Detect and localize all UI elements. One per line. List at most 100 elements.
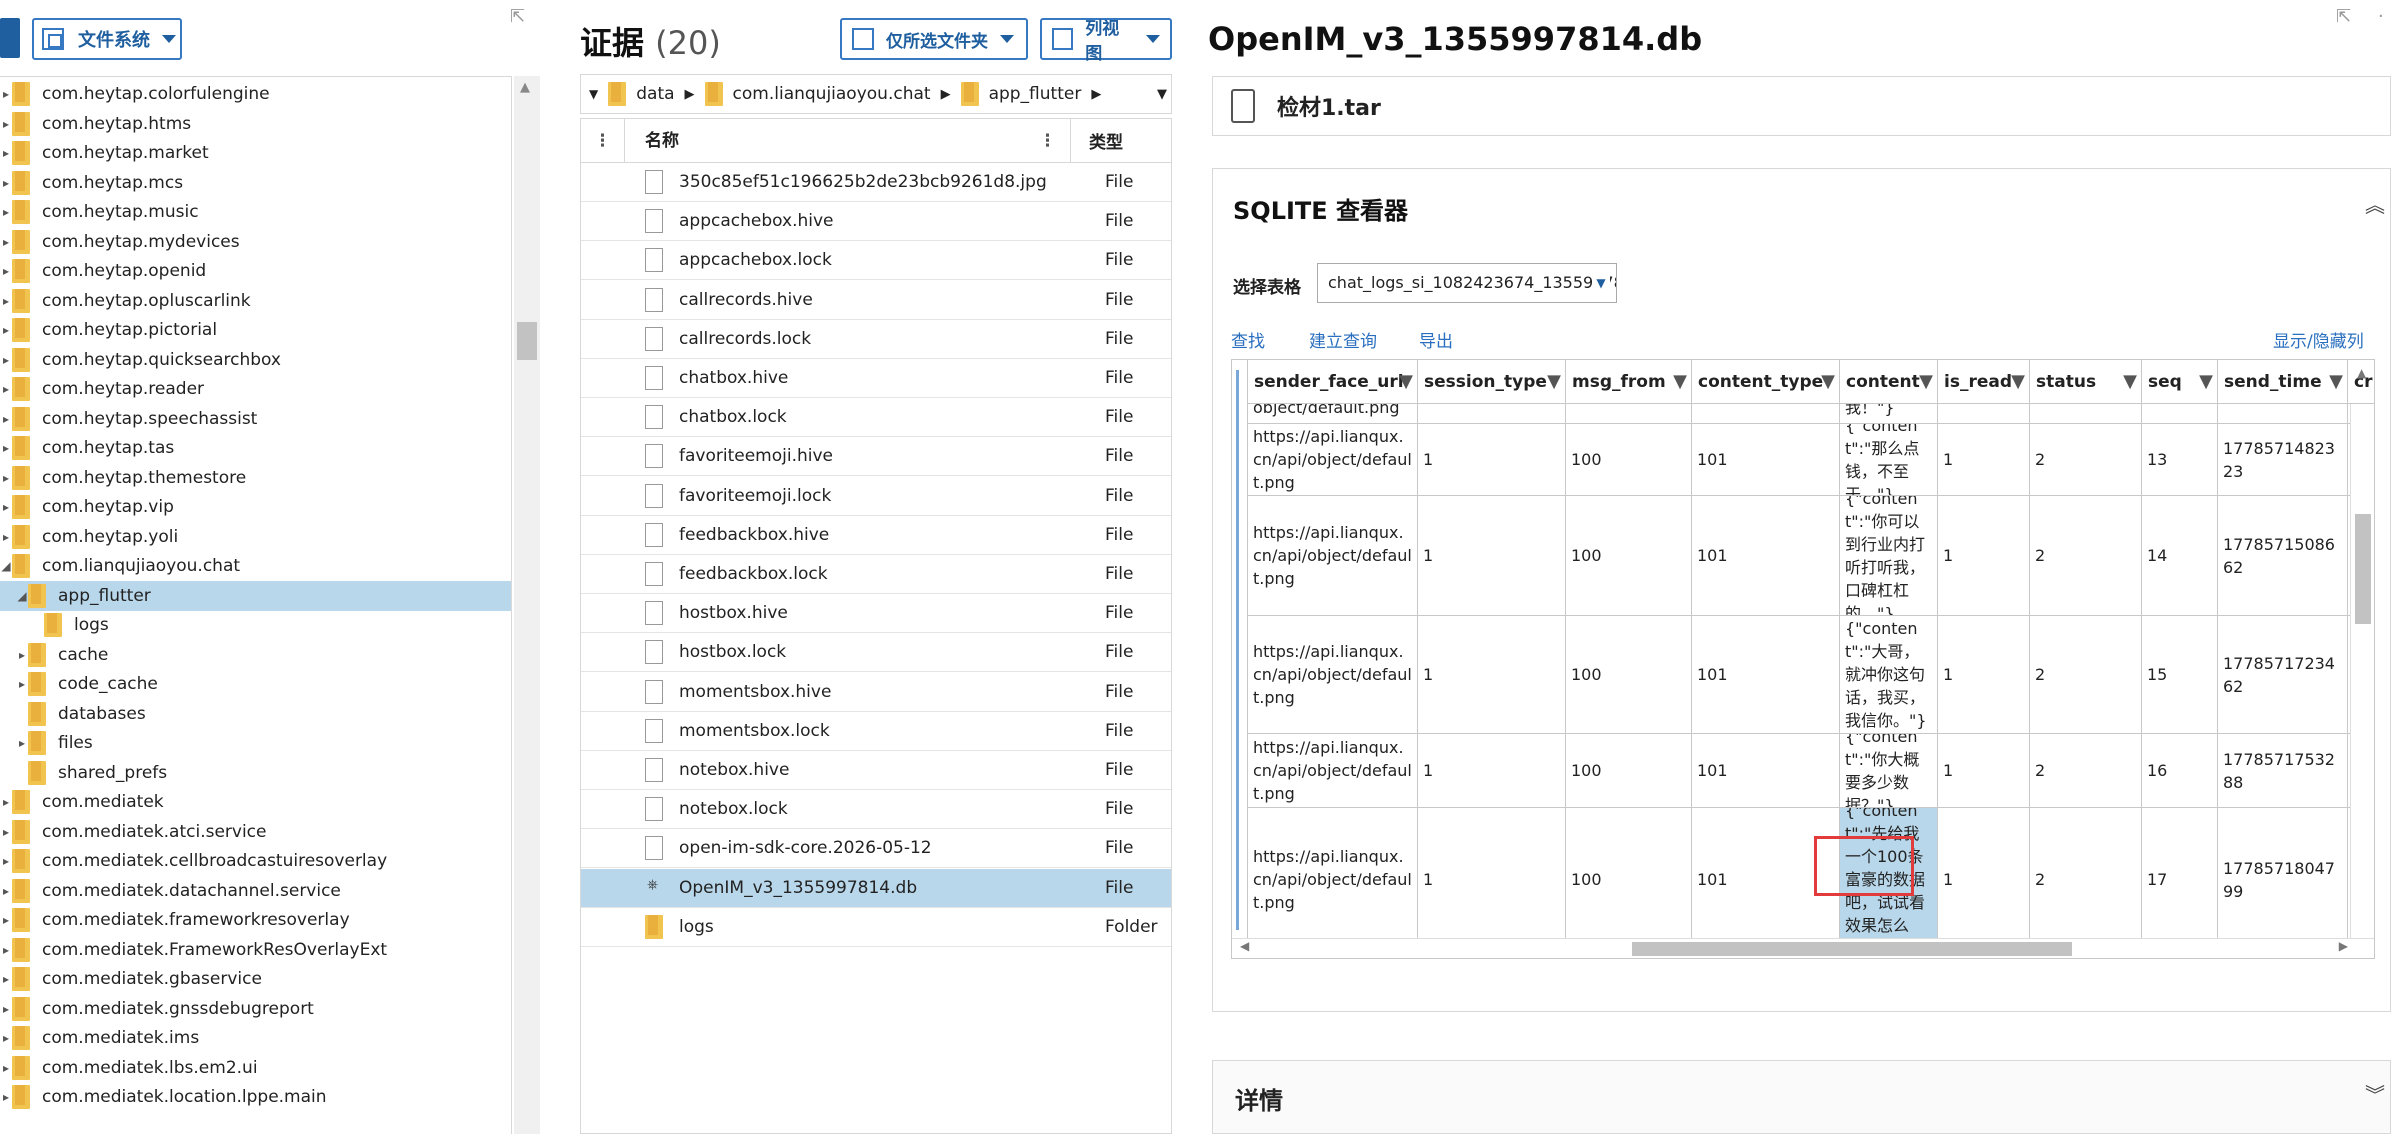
expand-arrow-icon[interactable]: ▸ bbox=[0, 530, 12, 544]
filter-icon[interactable]: ▼ bbox=[1821, 360, 1835, 404]
tree-item[interactable]: ▸ com.heytap.tas bbox=[0, 433, 511, 463]
grid-horizontal-scrollbar[interactable]: ◀ ▶ bbox=[1232, 938, 2374, 958]
tree-item[interactable]: logs bbox=[0, 610, 511, 640]
tree-scrollbar[interactable]: ▲ bbox=[514, 76, 540, 1134]
cell-content[interactable]: {"content":"你大概要多少数据？"} bbox=[1840, 734, 1938, 807]
file-row[interactable]: ⎈ OpenIM_v3_1355997814.db File bbox=[581, 868, 1171, 908]
cell-seq[interactable]: 14 bbox=[2142, 496, 2218, 615]
collapse-icon[interactable]: ︽ bbox=[2365, 189, 2385, 218]
tree-item[interactable]: ▸ com.heytap.htms bbox=[0, 109, 511, 139]
cell-session-type[interactable]: 1 bbox=[1418, 424, 1566, 495]
tree-item[interactable]: ▸ com.heytap.mcs bbox=[0, 168, 511, 198]
cell-send-time[interactable]: 1778571804799 bbox=[2218, 808, 2348, 951]
column-header-msg-from[interactable]: msg_from ▼ bbox=[1566, 360, 1692, 404]
cell-send-time[interactable]: 1778571723462 bbox=[2218, 616, 2348, 733]
grid-vertical-scrollbar[interactable]: ▲ ▼ bbox=[2350, 366, 2374, 958]
tree-item[interactable]: ▸ com.heytap.themestore bbox=[0, 463, 511, 493]
pin-icon[interactable]: ⇱ bbox=[510, 6, 532, 28]
tree-item[interactable]: ▸ com.heytap.pictorial bbox=[0, 315, 511, 345]
file-row[interactable]: momentsbox.hive File bbox=[581, 673, 1171, 712]
tree-item[interactable]: ▸ files bbox=[0, 728, 511, 758]
tree-item[interactable]: ▸ com.heytap.colorfulengine bbox=[0, 79, 511, 109]
file-row[interactable]: callrecords.hive File bbox=[581, 281, 1171, 320]
tree-item[interactable]: ▸ com.mediatek.atci.service bbox=[0, 817, 511, 847]
file-row[interactable]: appcachebox.lock File bbox=[581, 241, 1171, 281]
cell-sender-face-url[interactable]: https://api.lianqux.cn/api/object/defaul… bbox=[1248, 616, 1418, 733]
column-header-content[interactable]: content ▼ bbox=[1840, 360, 1938, 404]
chevron-right-icon[interactable]: ▶ bbox=[941, 87, 951, 102]
expand-arrow-icon[interactable]: ▸ bbox=[0, 884, 12, 898]
filter-icon[interactable]: ▼ bbox=[2199, 360, 2213, 404]
tree-item[interactable]: ▸ com.heytap.vip bbox=[0, 492, 511, 522]
pin-icon[interactable]: ⇱ bbox=[2336, 6, 2358, 28]
tree-item[interactable]: ▸ com.mediatek bbox=[0, 787, 511, 817]
find-link[interactable]: 查找 bbox=[1231, 327, 1265, 352]
table-select[interactable]: chat_logs_si_1082423674_1355997814 ▼ bbox=[1317, 263, 1617, 303]
table-row[interactable]: https://api.lianqux.cn/api/object/defaul… bbox=[1232, 734, 2374, 808]
file-row[interactable]: logs Folder bbox=[581, 908, 1171, 947]
cell-msg-from[interactable]: 100 bbox=[1566, 496, 1692, 615]
file-row[interactable]: hostbox.hive File bbox=[581, 594, 1171, 634]
scroll-thumb[interactable] bbox=[2355, 514, 2371, 624]
file-row[interactable]: open-im-sdk-core.2026-05-12 File bbox=[581, 829, 1171, 869]
filter-icon[interactable]: ▼ bbox=[2329, 360, 2343, 404]
expand-icon[interactable]: ︾ bbox=[2365, 1079, 2385, 1108]
column-header-type[interactable]: 类型 bbox=[1071, 128, 1123, 153]
expand-arrow-icon[interactable]: ▸ bbox=[0, 205, 12, 219]
column-header-send-time[interactable]: send_time ▼ bbox=[2218, 360, 2348, 404]
build-query-link[interactable]: 建立查询 bbox=[1309, 327, 1377, 352]
cell-is-read[interactable]: 1 bbox=[1938, 424, 2030, 495]
details-panel[interactable]: 详情 ︾ bbox=[1212, 1060, 2391, 1134]
expand-arrow-icon[interactable]: ▸ bbox=[16, 736, 28, 750]
cell-content-type[interactable]: 101 bbox=[1692, 424, 1840, 495]
file-row[interactable]: notebox.hive File bbox=[581, 751, 1171, 790]
column-header-name[interactable]: 名称 ⋮ bbox=[625, 119, 1071, 163]
cell-sender-face-url[interactable]: https://api.lianqux.cn/api/object/defaul… bbox=[1248, 496, 1418, 615]
column-header-status[interactable]: status ▼ bbox=[2030, 360, 2142, 404]
expand-arrow-icon[interactable]: ▸ bbox=[0, 117, 12, 131]
tree-item[interactable]: ▸ com.mediatek.FrameworkResOverlayExt bbox=[0, 935, 511, 965]
expand-arrow-icon[interactable]: ◢ bbox=[16, 589, 28, 603]
expand-arrow-icon[interactable]: ▸ bbox=[0, 825, 12, 839]
filter-icon[interactable]: ▼ bbox=[2123, 360, 2137, 404]
tree-item[interactable]: ▸ com.mediatek.cellbroadcastuiresoverlay bbox=[0, 846, 511, 876]
cell-content[interactable]: {"content":"你可以到行业内打听打听我，口碑杠杠的。"} bbox=[1840, 496, 1938, 615]
scroll-right-icon[interactable]: ▶ bbox=[2339, 939, 2348, 953]
file-row[interactable]: chatbox.lock File bbox=[581, 398, 1171, 438]
cell-is-read[interactable]: 1 bbox=[1938, 734, 2030, 807]
filter-icon[interactable]: ▼ bbox=[2011, 360, 2025, 404]
cell-is-read[interactable]: 1 bbox=[1938, 616, 2030, 733]
cell-sender-face-url[interactable]: https://api.lianqux.cn/api/object/defaul… bbox=[1248, 808, 1418, 951]
cell-seq[interactable] bbox=[2142, 404, 2218, 423]
tree-item[interactable]: ▸ com.mediatek.frameworkresoverlay bbox=[0, 905, 511, 935]
expand-arrow-icon[interactable]: ▸ bbox=[0, 1090, 12, 1104]
expand-arrow-icon[interactable]: ▸ bbox=[0, 943, 12, 957]
expand-arrow-icon[interactable]: ▸ bbox=[0, 500, 12, 514]
column-header-sender-face-url[interactable]: sender_face_url ▼ bbox=[1248, 360, 1418, 404]
cell-seq[interactable]: 15 bbox=[2142, 616, 2218, 733]
cell-status[interactable]: 2 bbox=[2030, 496, 2142, 615]
table-row[interactable]: https://api.lianqux.cn/api/object/defaul… bbox=[1232, 496, 2374, 616]
cell-status[interactable] bbox=[2030, 404, 2142, 423]
tree-item[interactable]: ▸ com.mediatek.location.lppe.main bbox=[0, 1082, 511, 1112]
filter-icon[interactable]: ▼ bbox=[1399, 360, 1413, 404]
tree-item[interactable]: ▸ com.mediatek.datachannel.service bbox=[0, 876, 511, 906]
expand-arrow-icon[interactable]: ▸ bbox=[0, 146, 12, 160]
cell-sender-face-url[interactable]: https://api.lianqux.cn/api/object/defaul… bbox=[1248, 424, 1418, 495]
only-selected-folder-button[interactable]: 仅所选文件夹 bbox=[840, 18, 1028, 60]
expand-arrow-icon[interactable]: ▸ bbox=[0, 1002, 12, 1016]
file-row[interactable]: favoriteemoji.lock File bbox=[581, 477, 1171, 516]
file-row[interactable]: feedbackbox.hive File bbox=[581, 516, 1171, 555]
cell-session-type[interactable]: 1 bbox=[1418, 808, 1566, 951]
tree-item[interactable]: ▸ com.heytap.reader bbox=[0, 374, 511, 404]
tree-item[interactable]: databases bbox=[0, 699, 511, 729]
chevron-right-icon[interactable]: ▶ bbox=[1091, 87, 1101, 102]
filter-icon[interactable]: ▼ bbox=[1919, 360, 1933, 404]
tree-item[interactable]: ▸ com.mediatek.gbaservice bbox=[0, 964, 511, 994]
expand-arrow-icon[interactable]: ▸ bbox=[0, 264, 12, 278]
scroll-left-icon[interactable]: ◀ bbox=[1240, 939, 1249, 953]
table-row[interactable]: https://api.lianqux.cn/api/object/defaul… bbox=[1232, 808, 2374, 952]
expand-arrow-icon[interactable]: ▸ bbox=[0, 235, 12, 249]
cell-status[interactable]: 2 bbox=[2030, 616, 2142, 733]
expand-arrow-icon[interactable]: ▸ bbox=[0, 471, 12, 485]
